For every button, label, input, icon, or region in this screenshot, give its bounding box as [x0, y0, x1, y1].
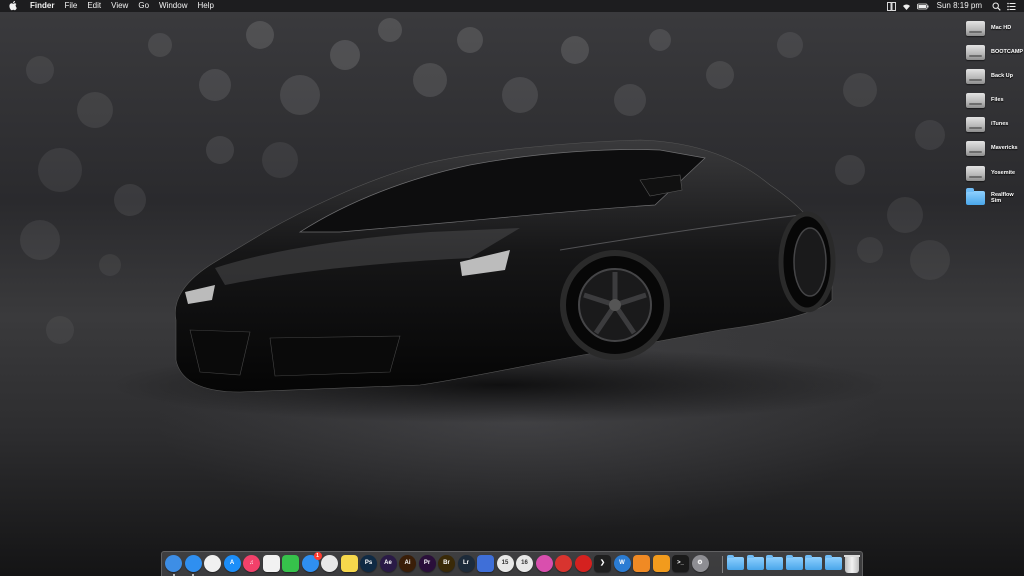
app-15-icon-glyph: 15	[501, 560, 509, 566]
premiere-icon-glyph: Pr	[423, 560, 431, 566]
dock: A ♫ 1 Ps Ae Ai Pr Br Lr 15 16 ❯ W >_ ⚙	[161, 551, 863, 576]
status-area: Sun 8:19 pm	[881, 0, 1024, 12]
system-preferences-icon[interactable]: ⚙	[691, 555, 709, 572]
app-store-icon-glyph: A	[229, 560, 235, 566]
hard-drive-icon	[966, 44, 985, 60]
hard-drive-icon	[966, 165, 985, 181]
itunes-icon[interactable]: ♫	[243, 555, 260, 572]
notification-badge: 1	[313, 552, 322, 560]
desktop-icon-label: Mavericks	[991, 145, 1018, 151]
desktop-icon-bootcamp[interactable]: BOOTCAMP	[966, 40, 1024, 64]
keynote-icon[interactable]	[477, 555, 494, 572]
desktop-icon-mac-hd[interactable]: Mac HD	[966, 16, 1018, 40]
lightroom-icon-glyph: Lr	[463, 560, 469, 566]
app-store-icon[interactable]: A	[223, 555, 241, 572]
app-16-icon-glyph: 16	[521, 560, 528, 566]
menu-help[interactable]: Help	[197, 0, 213, 12]
bridge-icon-glyph: Br	[443, 560, 450, 566]
folder-icon	[966, 188, 985, 205]
terminal-icon[interactable]: >_	[672, 555, 689, 572]
facetime-icon[interactable]	[282, 555, 299, 572]
desktop-icon-label: iTunes	[991, 121, 1009, 127]
menu-edit[interactable]: Edit	[87, 0, 101, 12]
plex-icon-glyph: ❯	[599, 560, 606, 566]
color-wheel-icon[interactable]	[535, 555, 553, 572]
hard-drive-icon	[966, 140, 985, 156]
photos-icon[interactable]	[321, 555, 338, 572]
list-icon[interactable]	[1007, 2, 1016, 11]
dock-separator	[722, 556, 723, 573]
illustrator-icon-glyph: Ai	[404, 560, 411, 566]
car-wallpaper-art	[110, 139, 890, 423]
menu-clock[interactable]: Sun 8:19 pm	[937, 0, 982, 12]
desktop-icon-label: Realflow Sim	[991, 192, 1014, 204]
desktop-icon-itunes[interactable]: iTunes	[966, 112, 1018, 136]
desktop-icon-realflow-sim[interactable]: Realflow Sim	[966, 186, 1018, 210]
downloads-folder-icon[interactable]	[746, 555, 764, 570]
menu-bar: Finder File Edit View Go Window Help Sun…	[0, 0, 1024, 12]
clock-icon[interactable]	[204, 555, 221, 572]
app-16-icon[interactable]: 16	[516, 555, 533, 572]
lightroom-icon[interactable]: Lr	[457, 555, 475, 572]
desktop-icon-label: Back Up	[991, 73, 1014, 79]
menu-app-name[interactable]: Finder	[30, 0, 54, 12]
books-icon[interactable]	[633, 555, 650, 572]
menu-go[interactable]: Go	[138, 0, 149, 12]
safari-icon[interactable]	[184, 555, 202, 572]
search-icon[interactable]	[992, 2, 1001, 11]
menu-file[interactable]: File	[64, 0, 77, 12]
desktop-icon-label: Files	[991, 97, 1004, 103]
premiere-icon[interactable]: Pr	[418, 555, 436, 572]
wifi-icon[interactable]	[902, 2, 911, 11]
itunes-icon-glyph: ♫	[249, 560, 254, 566]
desktop-icon-label: BOOTCAMP	[991, 49, 1024, 55]
movies-folder-icon[interactable]	[824, 555, 842, 570]
menu-view[interactable]: View	[111, 0, 128, 12]
illustrator-icon[interactable]: Ai	[399, 555, 416, 572]
window-tile-icon[interactable]	[886, 1, 896, 11]
calendar-icon[interactable]	[262, 555, 280, 572]
pictures-folder-icon[interactable]	[805, 555, 822, 570]
plex-icon[interactable]: ❯	[594, 555, 611, 572]
photoshop-icon-glyph: Ps	[364, 560, 373, 566]
after-effects-icon[interactable]: Ae	[379, 555, 397, 572]
acrobat-icon[interactable]	[574, 555, 592, 572]
word-icon-glyph: W	[619, 560, 625, 566]
battery-icon[interactable]	[916, 2, 929, 11]
notes-icon[interactable]	[340, 555, 358, 572]
hard-drive-icon	[966, 92, 985, 108]
davinci-icon[interactable]	[555, 555, 572, 572]
finder-icon[interactable]	[165, 555, 182, 572]
trash-icon[interactable]	[844, 555, 860, 573]
desktop-icon-mavericks[interactable]: Mavericks	[966, 136, 1018, 160]
desktop-icon-label: Mac HD	[991, 25, 1012, 31]
desktop-folder-icon[interactable]	[785, 555, 803, 570]
word-icon[interactable]: W	[613, 555, 631, 572]
hard-drive-icon	[966, 68, 985, 84]
app-15-icon[interactable]: 15	[496, 555, 514, 572]
hard-drive-icon	[966, 20, 985, 36]
documents-folder-icon[interactable]	[766, 555, 783, 570]
desktop-icon-yosemite[interactable]: Yosemite	[966, 161, 1018, 185]
photoshop-icon[interactable]: Ps	[360, 555, 377, 572]
apple-menu-icon[interactable]	[8, 1, 18, 11]
menu-window[interactable]: Window	[159, 0, 187, 12]
messages-icon[interactable]: 1	[301, 552, 322, 572]
pages-icon[interactable]	[652, 555, 670, 572]
desktop-icon-files[interactable]: Files	[966, 88, 1018, 112]
desktop-icon-back-up[interactable]: Back Up	[966, 64, 1018, 88]
terminal-icon-glyph: >_	[677, 560, 684, 566]
desktop-icon-label: Yosemite	[991, 170, 1016, 176]
after-effects-icon-glyph: Ae	[384, 560, 392, 566]
applications-folder-icon[interactable]	[727, 555, 744, 570]
system-preferences-icon-glyph: ⚙	[697, 560, 703, 566]
hard-drive-icon	[966, 116, 985, 132]
bridge-icon[interactable]: Br	[438, 555, 455, 572]
